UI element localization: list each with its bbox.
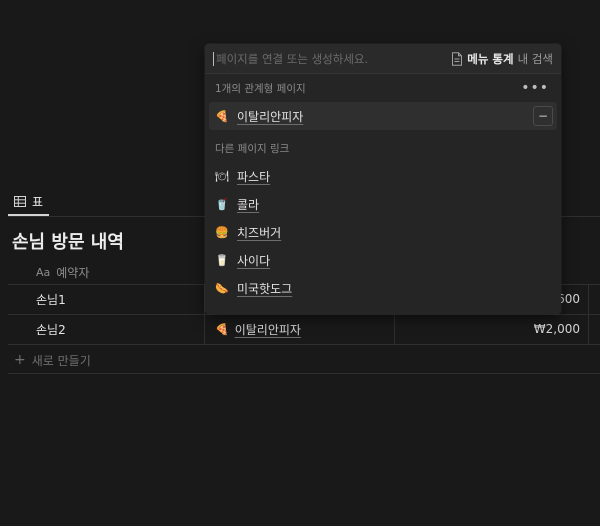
relation-link[interactable]: 이탈리안피자	[235, 321, 301, 338]
page-item[interactable]: 🍔 치즈버거	[205, 218, 561, 246]
relation-picker-popup: 메뉴 통계 내 검색 1개의 관계형 페이지 ••• 🍕 이탈리안피자 − 다른…	[205, 44, 561, 314]
row-name-cell[interactable]: 손님1	[8, 284, 205, 314]
search-input[interactable]	[213, 51, 452, 66]
row-name: 손님1	[36, 292, 66, 307]
row-name: 손님2	[36, 322, 66, 337]
text-property-icon: Aa	[36, 265, 51, 279]
database-title[interactable]: 손님 방문 내역	[12, 228, 124, 254]
row-price: ₩2,000	[533, 322, 580, 336]
pizza-icon: 🍕	[215, 322, 229, 336]
row-divider	[8, 344, 600, 345]
scope-database: 메뉴 통계	[467, 51, 514, 66]
row-divider	[8, 373, 600, 374]
other-section-label: 다른 페이지 링크	[215, 142, 290, 155]
page-item-label: 치즈버거	[237, 225, 282, 240]
remove-relation-button[interactable]: −	[533, 106, 553, 126]
tab-table-view[interactable]: 표	[8, 188, 50, 216]
more-options-icon[interactable]: •••	[521, 80, 553, 96]
hotdog-icon: 🌭	[215, 281, 229, 295]
burger-icon: 🍔	[215, 225, 229, 239]
other-section-header: 다른 페이지 링크	[205, 134, 561, 162]
page-item-label: 콜라	[237, 197, 260, 212]
page-item[interactable]: 🌭 미국핫도그	[205, 274, 561, 302]
plate-icon: 🍽	[215, 169, 229, 183]
cup-icon: 🥛	[215, 253, 229, 267]
search-scope[interactable]: 메뉴 통계 내 검색	[451, 51, 553, 67]
table-row[interactable]: 손님2 🍕 이탈리안피자 ₩2,000	[8, 314, 600, 344]
search-bar: 메뉴 통계 내 검색	[205, 44, 561, 74]
page-item-label: 사이다	[237, 253, 271, 268]
table-icon	[14, 195, 26, 207]
cup-icon: 🥤	[215, 197, 229, 211]
row-relation-cell[interactable]: 🍕 이탈리안피자	[205, 314, 395, 344]
column-header-name[interactable]: Aa 예약자	[36, 260, 89, 284]
linked-item-label: 이탈리안피자	[237, 109, 304, 124]
page-item[interactable]: 🍽 파스타	[205, 162, 561, 190]
row-price-cell[interactable]: ₩2,000	[395, 314, 589, 344]
page-item[interactable]: 🥤 콜라	[205, 190, 561, 218]
page-item-label: 미국핫도그	[237, 281, 293, 296]
new-row-label: 새로 만들기	[31, 353, 91, 368]
page-item[interactable]: 🥛 사이다	[205, 246, 561, 274]
page-icon	[452, 51, 463, 66]
column-header-label: 예약자	[56, 265, 90, 280]
plus-icon: +	[14, 352, 26, 368]
scope-suffix: 내 검색	[517, 51, 553, 66]
tab-label: 표	[32, 194, 44, 209]
new-row-button[interactable]: + 새로 만들기	[14, 350, 91, 370]
page-item-label: 파스타	[237, 169, 271, 184]
linked-item[interactable]: 🍕 이탈리안피자 −	[209, 102, 557, 130]
linked-section-label: 1개의 관계형 페이지	[215, 82, 306, 95]
pizza-icon: 🍕	[215, 109, 229, 123]
linked-section-header: 1개의 관계형 페이지 •••	[205, 74, 561, 102]
row-name-cell[interactable]: 손님2	[8, 314, 205, 344]
